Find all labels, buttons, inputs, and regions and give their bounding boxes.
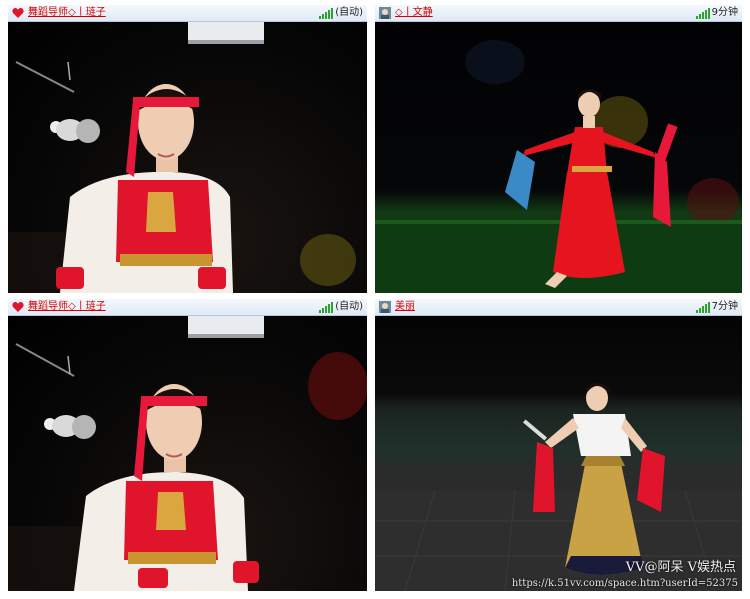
username-link[interactable]: 舞蹈导师◇丨琏子 — [28, 5, 106, 21]
username-link[interactable]: ◇丨文静 — [395, 5, 433, 21]
bokeh-light — [308, 352, 367, 420]
mic-mode-status: (自动) — [335, 301, 363, 312]
panel-title-bar: 美丽 7分钟 — [375, 299, 742, 316]
signal-strength-icon — [319, 301, 334, 313]
dancer-video-scene — [375, 40, 742, 293]
white-shirt — [573, 414, 631, 456]
left-red-scarf — [533, 442, 555, 512]
user-avatar-icon — [379, 7, 391, 19]
video-feed — [8, 22, 367, 293]
user-avatar-icon — [379, 301, 391, 313]
username-link[interactable]: 美丽 — [395, 299, 415, 315]
red-headband — [141, 396, 207, 406]
red-headband — [133, 97, 199, 107]
red-dress-skirt — [553, 172, 625, 278]
video-feed — [375, 22, 742, 293]
left-fan — [505, 150, 535, 210]
ceiling-light — [188, 22, 264, 42]
mic-time-status: 7分钟 — [711, 301, 738, 312]
video-panel-top-right[interactable]: ◇丨文静 9分钟 — [375, 5, 742, 293]
username-link[interactable]: 舞蹈导师◇丨琏子 — [28, 299, 106, 315]
host-video-scene — [8, 22, 356, 293]
video-panel-top-left[interactable]: 舞蹈导师◇丨琏子 (自动) — [8, 5, 367, 293]
bokeh-light — [300, 234, 356, 286]
watermark-text: VV@阿呆 V娱热点 — [625, 560, 736, 575]
panel-title-bar: 舞蹈导师◇丨琏子 (自动) — [8, 5, 367, 22]
dancer-video-scene — [375, 383, 742, 591]
ceiling-light — [188, 316, 264, 336]
heart-icon — [12, 302, 24, 312]
video-panel-bottom-right[interactable]: 美丽 7分钟 VV@阿呆 V娱热点 https://k.51vv.com/spa… — [375, 299, 742, 591]
video-panel-bottom-left[interactable]: 舞蹈导师◇丨琏子 (自动) — [8, 299, 367, 591]
signal-strength-icon — [319, 7, 334, 19]
video-feed — [8, 316, 367, 591]
mic-stand-arm — [15, 61, 75, 93]
host-video-scene — [8, 316, 367, 591]
mic-stand-arm — [15, 343, 75, 377]
video-feed: VV@阿呆 V娱热点 https://k.51vv.com/space.htm?… — [375, 316, 742, 591]
watermark-url: https://k.51vv.com/space.htm?userId=5237… — [511, 578, 738, 589]
heart-icon — [12, 8, 24, 18]
panel-title-bar: 舞蹈导师◇丨琏子 (自动) — [8, 299, 367, 316]
signal-strength-icon — [695, 7, 710, 19]
panel-title-bar: ◇丨文静 9分钟 — [375, 5, 742, 22]
mic-time-status: 9分钟 — [711, 7, 738, 18]
signal-strength-icon — [695, 301, 710, 313]
mic-mode-status: (自动) — [335, 7, 363, 18]
